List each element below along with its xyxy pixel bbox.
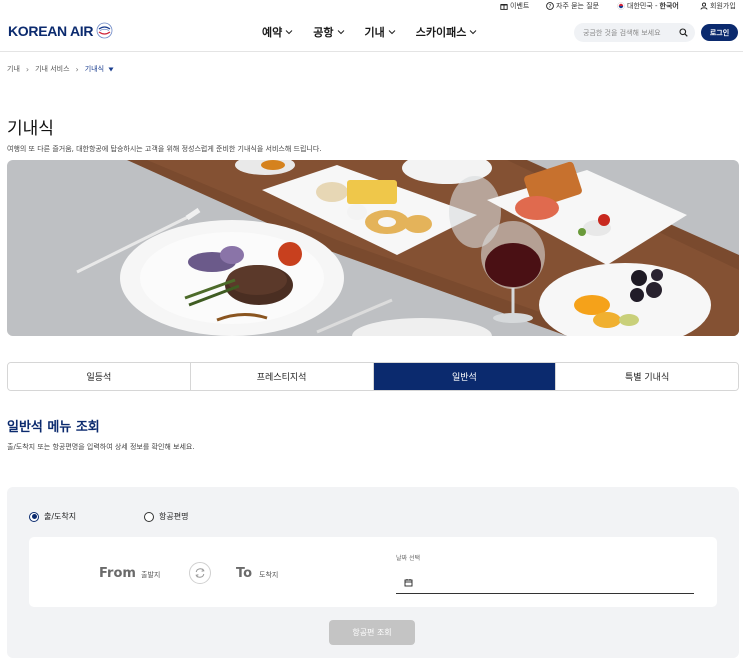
chevron-right-icon: ›: [25, 64, 30, 74]
swap-icon: [195, 568, 205, 578]
search-flight-button[interactable]: 항공편 조회: [329, 620, 415, 645]
nav-item-inflight[interactable]: 기내: [365, 24, 396, 40]
search-input[interactable]: [583, 28, 679, 37]
question-circle-icon: ?: [546, 2, 554, 10]
cabin-class-tabs: 일등석 프레스티지석 일반석 특별 기내식: [7, 362, 739, 391]
date-label: 날짜 선택: [396, 555, 420, 562]
nav-item-skypass[interactable]: 스카이패스: [416, 24, 478, 40]
main-nav: 예약 공항 기내 스카이패스: [262, 24, 497, 40]
gift-icon: [500, 4, 508, 10]
chevron-right-icon: ›: [75, 64, 79, 74]
nav-label: 예약: [262, 26, 283, 39]
signup-link[interactable]: 회원가입: [700, 1, 736, 11]
region-label: 대한민국 -: [627, 2, 658, 10]
breadcrumb-current-label: 기내식: [84, 65, 105, 73]
menu-section-description: 출/도착지 또는 항공편명을 입력하여 상세 정보를 확인해 보세요.: [7, 443, 195, 451]
korea-flag-icon: [617, 2, 625, 10]
page-title: 기내식: [7, 119, 54, 139]
region-language-selector[interactable]: 대한민국 - 한국어: [617, 1, 679, 11]
search-icon[interactable]: [679, 28, 688, 37]
chevron-down-icon: [470, 30, 477, 35]
menu-section-title: 일반석 메뉴 조회: [7, 420, 100, 435]
radio-route-label: 출/도착지: [44, 512, 77, 521]
date-picker-field[interactable]: [396, 572, 694, 594]
route-input-box: From 출발지 To 도착지 날짜 선택: [29, 537, 717, 607]
page-description: 여행의 또 다른 즐거움, 대한항공에 탑승하시는 고객을 위해 정성스럽게 준…: [7, 145, 322, 153]
svg-text:?: ?: [549, 4, 552, 10]
nav-item-airport[interactable]: 공항: [313, 24, 344, 40]
faq-label: 자주 묻는 질문: [556, 2, 600, 10]
login-button[interactable]: 로그인: [701, 24, 738, 41]
breadcrumb-item-inflight-service[interactable]: 기내 서비스: [35, 64, 69, 74]
chevron-down-icon: [285, 30, 293, 35]
events-label: 이벤트: [510, 2, 530, 10]
nav-label: 스카이패스: [415, 26, 467, 39]
breadcrumb: 기내 › 기내 서비스 › 기내식: [7, 64, 114, 74]
to-label: To: [236, 566, 253, 581]
nav-label: 기내: [364, 26, 385, 39]
chevron-down-icon: [388, 30, 396, 35]
korean-air-logo[interactable]: KOREAN AIR: [8, 22, 113, 39]
from-label: From: [99, 566, 136, 581]
logo-text: KOREAN AIR: [8, 22, 94, 39]
hero-image-inflight-meal: [7, 160, 739, 336]
tab-economy-class[interactable]: 일반석: [373, 363, 557, 390]
swap-route-button[interactable]: [189, 562, 211, 584]
menu-search-panel: 출/도착지 항공편명 From 출발지 To 도착지 날짜 선택 항공편 조회: [7, 487, 739, 658]
departure-input[interactable]: 출발지: [141, 570, 160, 580]
breadcrumb-item-inflight[interactable]: 기내: [7, 64, 20, 74]
calendar-icon: [404, 579, 413, 587]
language-label: 한국어: [659, 2, 679, 10]
tab-prestige-class[interactable]: 프레스티지석: [190, 363, 374, 390]
caret-down-icon: [108, 67, 114, 71]
tab-first-class[interactable]: 일등석: [8, 363, 191, 390]
radio-flight-label: 항공편명: [159, 512, 189, 521]
taeguk-logo-icon: [96, 22, 113, 39]
chevron-down-icon: [337, 30, 344, 35]
radio-unchecked-icon: [144, 511, 154, 522]
events-link[interactable]: 이벤트: [500, 1, 529, 11]
arrival-input[interactable]: 도착지: [259, 570, 278, 580]
radio-route[interactable]: 출/도착지: [29, 511, 76, 522]
faq-link[interactable]: ? 자주 묻는 질문: [546, 1, 599, 11]
breadcrumb-current-dropdown[interactable]: 기내식: [85, 64, 114, 74]
main-header: KOREAN AIR 예약 공항 기내 스카이패스 로그인: [0, 14, 743, 52]
nav-label: 공항: [313, 26, 334, 39]
signup-label: 회원가입: [710, 2, 736, 10]
meal-photo: [7, 160, 739, 336]
radio-checked-icon: [29, 511, 39, 522]
utility-bar: 이벤트 ? 자주 묻는 질문 대한민국 - 한국어 회원가입: [0, 0, 743, 14]
nav-item-reservation[interactable]: 예약: [262, 24, 293, 40]
user-icon: [700, 2, 708, 10]
radio-flight-number[interactable]: 항공편명: [144, 511, 188, 522]
tab-special-meal[interactable]: 특별 기내식: [556, 363, 738, 390]
site-search: [574, 23, 695, 42]
